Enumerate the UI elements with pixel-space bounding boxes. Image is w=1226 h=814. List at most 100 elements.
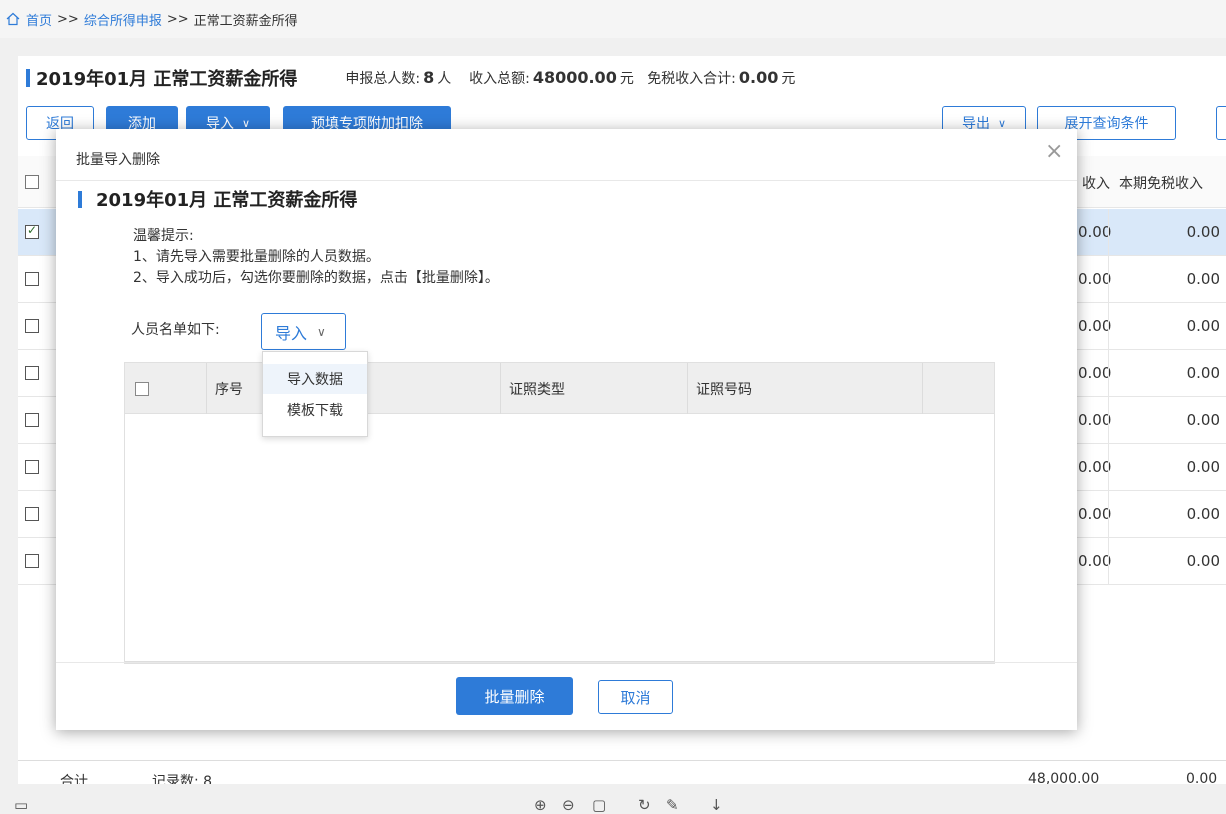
menu-item-template-download[interactable]: 模板下载 — [263, 395, 367, 425]
breadcrumb-home[interactable]: 首页 — [26, 10, 52, 29]
header-exempt-income: 本期免税收入 — [1119, 176, 1203, 192]
row-exempt-income: 0.00 — [1186, 270, 1220, 288]
row-checkbox[interactable] — [25, 554, 39, 568]
row-exempt-income: 0.00 — [1186, 317, 1220, 335]
dialog-title: 批量导入删除 — [76, 152, 160, 168]
close-icon[interactable]: × — [1045, 141, 1063, 163]
rotate-icon[interactable]: ↻ — [638, 796, 651, 814]
viewer-toolbar: ▭ ⊕ ⊖ ▢ ↻ ✎ ↓ — [0, 784, 1226, 814]
row-income: 0.00 — [1078, 411, 1112, 429]
stats-income-unit: 元 — [619, 71, 634, 87]
save-icon[interactable]: ▭ — [14, 796, 28, 814]
cell-divider — [1108, 303, 1109, 350]
footer-total-label: 合计 — [60, 774, 88, 784]
row-exempt-income: 0.00 — [1186, 364, 1220, 382]
header-checkbox-cell — [125, 363, 207, 414]
stats-income-label: 收入总额: — [469, 71, 530, 87]
page-title: 2019年01月 正常工资薪金所得 申报总人数: 8 人 收入总额: 48000.00… — [26, 66, 795, 90]
dialog-section-title: 2019年01月 正常工资薪金所得 — [78, 186, 357, 212]
breadcrumb-current: 正常工资薪金所得 — [193, 13, 298, 29]
cell-divider — [1108, 444, 1109, 491]
row-exempt-income: 0.00 — [1186, 552, 1220, 570]
row-checkbox[interactable] — [25, 272, 39, 286]
stats-exempt-label: 免税收入合计: — [647, 71, 736, 87]
table-footer: 合计 记录数: 8 48,000.00 0.00 — [18, 760, 1226, 784]
breadcrumb-comprehensive-income[interactable]: 综合所得申报 — [84, 10, 162, 29]
cell-divider — [1108, 397, 1109, 444]
header-id-type-label: 证照类型 — [509, 381, 565, 398]
cell-divider — [1108, 256, 1109, 303]
stats-people-unit: 人 — [437, 71, 452, 87]
import-dropdown-menu: 导入数据 模板下载 — [262, 351, 368, 437]
row-income: 0.00 — [1078, 317, 1112, 335]
chevron-down-icon: ∨ — [317, 324, 326, 339]
stats-people-value: 8 — [423, 68, 435, 87]
dialog-header: 批量导入删除 × — [56, 129, 1077, 181]
footer-income-sum: 48,000.00 — [1028, 771, 1100, 784]
tip-1: 1、请先导入需要批量删除的人员数据。 — [133, 249, 380, 265]
tip-2: 2、导入成功后，勾选你要删除的数据，点击【批量删除】。 — [133, 270, 499, 286]
dialog-footer: 批量删除 取消 — [56, 662, 1077, 730]
row-income: 0.00 — [1078, 552, 1112, 570]
zoom-in-icon[interactable]: ⊕ — [534, 796, 547, 814]
header-seq-label: 序号 — [215, 381, 243, 398]
row-exempt-income: 0.00 — [1186, 411, 1220, 429]
stats-income-value: 48000.00 — [532, 68, 617, 87]
cell-divider — [1108, 538, 1109, 585]
breadcrumb-separator: >> — [57, 11, 79, 27]
tips: 温馨提示: 1、请先导入需要批量删除的人员数据。 2、导入成功后，勾选你要删除的… — [133, 226, 499, 289]
edit-icon[interactable]: ✎ — [666, 796, 679, 814]
row-checkbox[interactable] — [25, 413, 39, 427]
download-icon[interactable]: ↓ — [710, 796, 723, 814]
row-income: 0.00 — [1078, 505, 1112, 523]
batch-import-delete-dialog: 批量导入删除 × 2019年01月 正常工资薪金所得 温馨提示: 1、请先导入需… — [56, 129, 1077, 730]
tips-title: 温馨提示: — [133, 228, 194, 244]
chevron-down-icon: ∨ — [241, 116, 251, 130]
summary-stats: 申报总人数: 8 人 收入总额: 48000.00 元 免税收入合计: 0.00 元 — [345, 68, 795, 88]
breadcrumb-separator: >> — [166, 11, 189, 27]
select-all-checkbox[interactable] — [135, 381, 149, 396]
row-checkbox[interactable] — [25, 223, 39, 239]
cell-divider — [1108, 350, 1109, 397]
cell-divider — [1108, 209, 1109, 256]
header-id-number: 证照号码 — [688, 363, 923, 414]
row-income: 0.00 — [1078, 364, 1112, 382]
dialog-section-title-text: 2019年01月 正常工资薪金所得 — [96, 190, 358, 211]
header-id-type: 证照类型 — [501, 363, 688, 414]
page-title-text: 2019年01月 正常工资薪金所得 — [36, 69, 298, 90]
row-income: 0.00 — [1078, 270, 1112, 288]
row-checkbox[interactable] — [25, 319, 39, 333]
title-accent-bar — [26, 69, 30, 87]
import-dropdown-button[interactable]: 导入 ∨ — [261, 313, 346, 350]
row-income: 0.00 — [1078, 458, 1112, 476]
row-exempt-income: 0.00 — [1186, 458, 1220, 476]
cancel-button[interactable]: 取消 — [598, 680, 673, 714]
menu-item-import-data[interactable]: 导入数据 — [263, 364, 367, 394]
home-icon[interactable] — [6, 12, 20, 26]
batch-delete-button[interactable]: 批量删除 — [456, 677, 573, 715]
breadcrumb: 首页 >> 综合所得申报 >> 正常工资薪金所得 — [0, 0, 1226, 38]
title-accent-bar — [78, 190, 82, 208]
row-checkbox[interactable] — [25, 460, 39, 474]
row-exempt-income: 0.00 — [1186, 223, 1220, 241]
cell-divider — [1108, 491, 1109, 538]
row-exempt-income: 0.00 — [1186, 505, 1220, 523]
header-id-number-label: 证照号码 — [696, 381, 752, 398]
personnel-list-label: 人员名单如下: — [131, 322, 220, 338]
row-income: 0.00 — [1078, 223, 1112, 241]
stats-exempt-value: 0.00 — [738, 68, 779, 87]
more-toolbar-button[interactable] — [1216, 106, 1226, 140]
chevron-down-icon: ∨ — [997, 116, 1007, 130]
stats-exempt-unit: 元 — [781, 71, 796, 87]
row-checkbox[interactable] — [25, 366, 39, 380]
zoom-out-icon[interactable]: ⊖ — [562, 796, 575, 814]
stats-people-label: 申报总人数: — [345, 71, 421, 87]
import-dropdown-label: 导入 — [275, 323, 308, 343]
select-all-checkbox[interactable] — [25, 175, 39, 189]
row-checkbox[interactable] — [25, 507, 39, 521]
header-income: 收入 — [1082, 176, 1110, 192]
fit-page-icon[interactable]: ▢ — [592, 796, 606, 814]
personnel-table-header: 序号 证照类型 证照号码 — [125, 363, 994, 414]
personnel-table: 序号 证照类型 证照号码 — [124, 362, 995, 664]
footer-exempt-sum: 0.00 — [1186, 771, 1218, 784]
